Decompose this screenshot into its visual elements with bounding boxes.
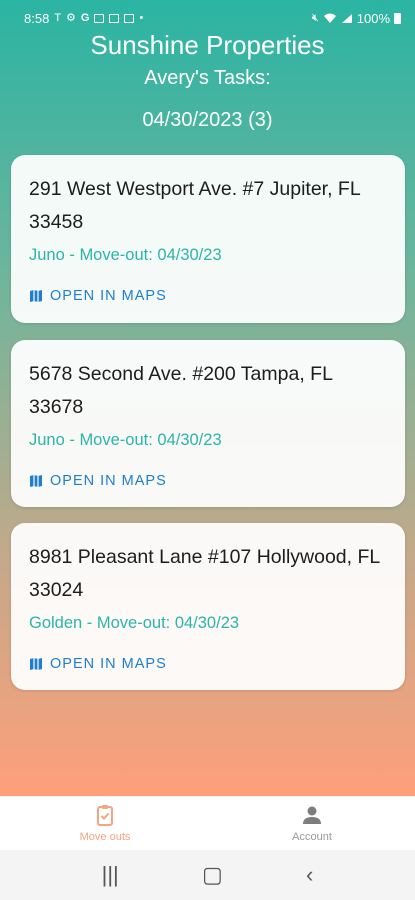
person-icon	[303, 806, 321, 824]
battery-icon	[394, 12, 401, 24]
open-in-maps-button[interactable]: OPEN IN MAPS	[29, 654, 387, 674]
task-card[interactable]: 291 West Westport Ave. #7 Jupiter, FL 33…	[11, 155, 405, 323]
status-time: 8:58	[24, 10, 50, 26]
nav-move-outs[interactable]: Move outs	[45, 803, 165, 843]
dot-icon: •	[139, 11, 144, 24]
task-card[interactable]: 8981 Pleasant Lane #107 Hollywood, FL 33…	[11, 523, 405, 690]
battery-percent: 100%	[356, 10, 390, 26]
task-address: 291 West Westport Ave. #7 Jupiter, FL 33…	[29, 178, 360, 233]
open-in-maps-label: OPEN IN MAPS	[50, 288, 167, 304]
mute-icon: 🔇︎	[311, 11, 319, 24]
nav-account-label: Account	[292, 831, 332, 843]
settings-icon: ⚙	[66, 11, 76, 24]
nav-move-outs-label: Move outs	[79, 831, 131, 843]
gallery-icon	[109, 13, 120, 23]
tasks-subtitle: Avery's Tasks:	[144, 67, 271, 89]
map-icon	[30, 658, 42, 670]
app-title: Sunshine Properties	[90, 30, 325, 60]
app-background: 8:58 T ⚙ G • 🔇︎ 100% Sunshine Properties…	[0, 0, 415, 796]
system-navigation-bar: ||| ▢ ‹	[0, 850, 415, 900]
open-in-maps-button[interactable]: OPEN IN MAPS	[29, 471, 387, 491]
wifi-icon	[323, 13, 336, 23]
map-icon	[30, 475, 42, 487]
task-address: 5678 Second Ave. #200 Tampa, FL 33678	[29, 363, 333, 418]
task-address: 8981 Pleasant Lane #107 Hollywood, FL 33…	[29, 546, 380, 601]
bottom-navigation: Move outs Account	[0, 796, 415, 850]
gallery-icon	[94, 13, 105, 23]
header: Sunshine Properties Avery's Tasks: 04/30…	[0, 30, 415, 137]
back-icon[interactable]: ‹	[306, 862, 313, 888]
nav-account[interactable]: Account	[252, 803, 372, 843]
task-card[interactable]: 5678 Second Ave. #200 Tampa, FL 33678 Ju…	[11, 340, 405, 507]
google-icon: G	[80, 11, 90, 24]
home-icon[interactable]: ▢	[202, 862, 223, 888]
gallery-icon	[124, 13, 135, 23]
recents-icon[interactable]: |||	[102, 862, 119, 888]
date-count: 04/30/2023 (3)	[142, 109, 273, 131]
map-icon	[30, 290, 42, 302]
task-detail: Juno - Move-out: 04/30/23	[29, 246, 222, 264]
open-in-maps-button[interactable]: OPEN IN MAPS	[29, 286, 387, 306]
open-in-maps-label: OPEN IN MAPS	[50, 473, 167, 489]
signal-icon	[341, 13, 352, 23]
clipboard-check-icon	[97, 805, 113, 826]
carrier-t-icon: T	[54, 11, 62, 24]
open-in-maps-label: OPEN IN MAPS	[50, 656, 167, 672]
task-detail: Juno - Move-out: 04/30/23	[29, 431, 222, 449]
task-detail: Golden - Move-out: 04/30/23	[29, 614, 240, 632]
